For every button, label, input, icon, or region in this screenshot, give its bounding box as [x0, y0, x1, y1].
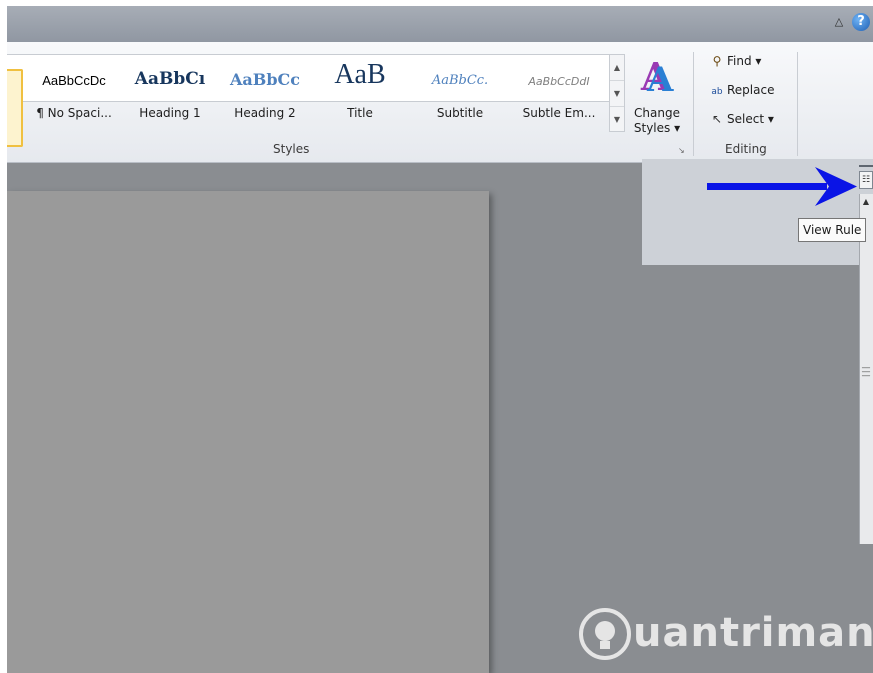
style-subtitle[interactable]: AaBbCc. Subtitle — [411, 55, 509, 120]
view-ruler-icon[interactable]: ☷ — [859, 171, 873, 189]
replace-button[interactable]: ab Replace — [707, 79, 774, 101]
change-styles-label-line1: Change — [634, 106, 680, 120]
style-title[interactable]: AaB Title — [315, 55, 405, 120]
style-name: Title — [347, 106, 373, 120]
editing-group-label: Editing — [725, 142, 767, 156]
styles-group-label: Styles — [273, 142, 310, 156]
find-label: Find ▾ — [727, 54, 762, 68]
style-sample: AaBbCc — [230, 70, 300, 89]
style-name: ¶ No Spaci... — [36, 106, 112, 120]
style-sample: AaB — [334, 59, 386, 90]
help-icon[interactable]: ? — [852, 13, 870, 31]
select-label: Select ▾ — [727, 112, 774, 126]
select-button[interactable]: ↖ Select ▾ — [707, 108, 774, 130]
change-styles-label-line2: Styles ▾ — [633, 121, 681, 135]
style-sample: AaBbCcDc — [42, 73, 106, 88]
word-window: △ ? AaBbCcDc ¶ No Spaci... AaBbCı Headin… — [7, 6, 873, 673]
style-sample: AaBbCcDdI — [528, 75, 590, 88]
style-heading-1[interactable]: AaBbCı Heading 1 — [125, 55, 215, 120]
blue-arrow-icon — [707, 167, 857, 206]
selected-style-tile-edge[interactable] — [7, 69, 23, 147]
gallery-down-icon[interactable]: ▼ — [610, 81, 624, 107]
gallery-up-icon[interactable]: ▲ — [610, 55, 624, 81]
ruler-divider — [859, 165, 873, 167]
style-sample: AaBbCc. — [431, 73, 489, 88]
change-styles-button[interactable]: A A Change Styles ▾ — [627, 52, 687, 140]
style-sample: AaBbCı — [134, 69, 206, 89]
replace-label: Replace — [727, 83, 775, 97]
style-no-spacing[interactable]: AaBbCcDc ¶ No Spaci... — [25, 55, 123, 120]
style-subtle-emphasis[interactable]: AaBbCcDdI Subtle Em... — [511, 55, 607, 120]
change-styles-icon-overlay: A — [647, 60, 674, 100]
group-separator — [693, 52, 694, 156]
find-button[interactable]: ⚲ Find ▾ — [707, 50, 762, 72]
ribbon-tab-bar: △ ? — [7, 6, 873, 42]
styles-dialog-launcher-icon[interactable]: ↘ — [678, 146, 685, 155]
style-name: Heading 2 — [234, 106, 296, 120]
style-name: Heading 1 — [139, 106, 201, 120]
gallery-scroll: ▲ ▼ ▼ — [609, 54, 625, 132]
style-name: Subtitle — [436, 106, 484, 120]
cursor-icon: ↖ — [711, 112, 723, 126]
style-heading-2[interactable]: AaBbCc Heading 2 — [219, 55, 311, 120]
collapse-ribbon-icon[interactable]: △ — [831, 14, 847, 30]
view-ruler-tooltip: View Rule — [798, 218, 867, 242]
binoculars-icon: ⚲ — [712, 54, 722, 68]
styles-gallery: AaBbCcDc ¶ No Spaci... AaBbCı Heading 1 … — [7, 54, 610, 147]
scroll-thumb-grip-icon[interactable]: — — — — [860, 364, 872, 381]
style-name: Subtle Em... — [522, 106, 596, 120]
document-page[interactable] — [7, 191, 489, 673]
group-separator — [797, 52, 798, 156]
lightbulb-icon — [579, 608, 631, 660]
gallery-more-icon[interactable]: ▼ — [610, 107, 624, 132]
change-styles-label: Change Styles ▾ — [627, 106, 687, 136]
replace-icon: ab — [711, 87, 723, 97]
scroll-up-icon[interactable]: ▲ — [859, 194, 873, 210]
watermark-text: uantrimang — [633, 610, 873, 656]
